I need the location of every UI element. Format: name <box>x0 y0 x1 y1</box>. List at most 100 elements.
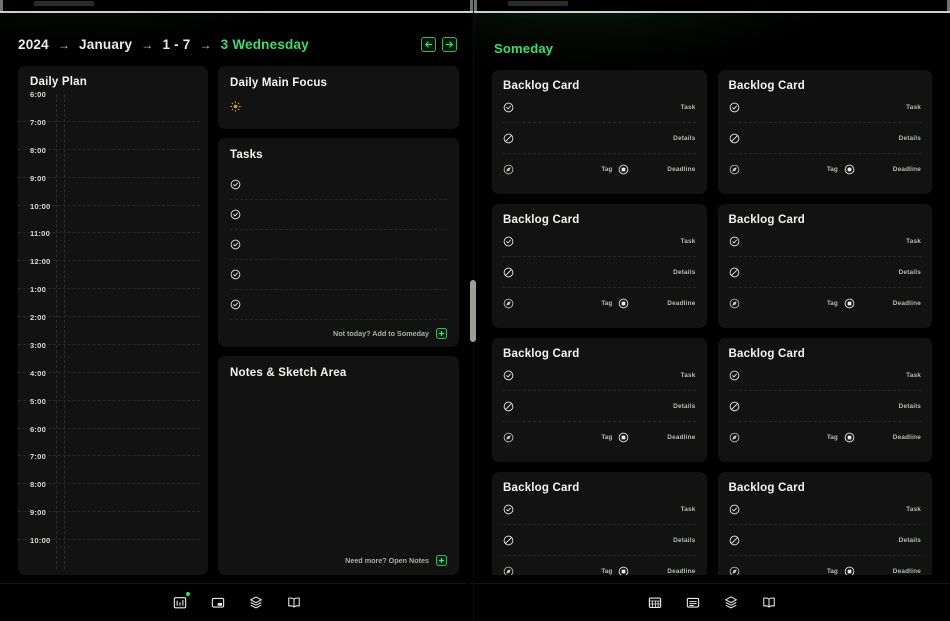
task-row[interactable] <box>230 290 447 320</box>
toolbar-calendar-grid-button[interactable] <box>646 595 664 611</box>
deadline-marker-button[interactable] <box>503 566 514 575</box>
task-check-button[interactable] <box>503 102 514 113</box>
tag-stop-button[interactable] <box>618 432 629 443</box>
backlog-task-row[interactable]: Task <box>503 494 696 525</box>
toolbar-layers-button[interactable] <box>722 595 740 611</box>
breadcrumb-week[interactable]: 1 - 7 <box>162 37 190 52</box>
task-row[interactable] <box>230 200 447 230</box>
vertical-scrollbar-thumb[interactable] <box>470 280 476 342</box>
backlog-task-row[interactable]: Task <box>729 494 922 525</box>
toolbar-book-button[interactable] <box>760 595 778 611</box>
backlog-deadline-row[interactable]: TagDeadline <box>503 422 696 453</box>
task-check-button[interactable] <box>503 504 514 515</box>
task-check-button[interactable] <box>503 370 514 381</box>
task-check-button[interactable] <box>230 299 241 310</box>
backlog-details-row[interactable]: Details <box>729 391 922 422</box>
backlog-deadline-row[interactable]: TagDeadline <box>729 288 922 319</box>
task-check-button[interactable] <box>503 236 514 247</box>
details-toggle-button[interactable] <box>503 267 514 278</box>
toolbar-book-button[interactable] <box>285 595 303 611</box>
tag-group[interactable]: Tag <box>827 298 855 309</box>
deadline-marker-button[interactable] <box>503 432 514 443</box>
deadline-marker-button[interactable] <box>503 164 514 175</box>
backlog-details-row[interactable]: Details <box>729 257 922 288</box>
backlog-card[interactable]: Backlog CardTaskDetailsTagDeadline <box>492 204 707 328</box>
backlog-card[interactable]: Backlog CardTaskDetailsTagDeadline <box>492 70 707 194</box>
task-check-button[interactable] <box>230 239 241 250</box>
task-check-button[interactable] <box>729 370 740 381</box>
deadline-marker-button[interactable] <box>729 298 740 309</box>
tag-group[interactable]: Tag <box>601 432 629 443</box>
deadline-marker-button[interactable] <box>503 298 514 309</box>
backlog-deadline-row[interactable]: TagDeadline <box>729 556 922 575</box>
backlog-card[interactable]: Backlog CardTaskDetailsTagDeadline <box>492 472 707 575</box>
backlog-details-row[interactable]: Details <box>503 525 696 556</box>
backlog-deadline-row[interactable]: TagDeadline <box>729 422 922 453</box>
tag-group[interactable]: Tag <box>601 164 629 175</box>
toolbar-layers-button[interactable] <box>247 595 265 611</box>
next-day-button[interactable] <box>442 37 457 52</box>
breadcrumb-day[interactable]: 3 Wednesday <box>221 37 309 52</box>
tag-group[interactable]: Tag <box>827 566 855 575</box>
details-toggle-button[interactable] <box>729 267 740 278</box>
tag-group[interactable]: Tag <box>827 164 855 175</box>
tag-stop-button[interactable] <box>844 164 855 175</box>
tag-stop-button[interactable] <box>618 164 629 175</box>
toolbar-calendar-button[interactable] <box>171 595 189 611</box>
backlog-details-row[interactable]: Details <box>503 391 696 422</box>
backlog-details-row[interactable]: Details <box>503 257 696 288</box>
backlog-task-row[interactable]: Task <box>729 92 922 123</box>
task-row[interactable] <box>230 230 447 260</box>
tag-stop-button[interactable] <box>618 566 629 575</box>
toolbar-card-button[interactable] <box>209 595 227 611</box>
tag-group[interactable]: Tag <box>601 298 629 309</box>
tag-group[interactable]: Tag <box>827 432 855 443</box>
backlog-deadline-row[interactable]: TagDeadline <box>503 556 696 575</box>
backlog-task-row[interactable]: Task <box>729 226 922 257</box>
backlog-card[interactable]: Backlog CardTaskDetailsTagDeadline <box>718 70 933 194</box>
backlog-card[interactable]: Backlog CardTaskDetailsTagDeadline <box>718 338 933 462</box>
backlog-details-row[interactable]: Details <box>503 123 696 154</box>
open-notes-button[interactable] <box>436 555 447 566</box>
tag-stop-button[interactable] <box>618 298 629 309</box>
backlog-task-row[interactable]: Task <box>503 360 696 391</box>
task-check-button[interactable] <box>230 269 241 280</box>
tag-group[interactable]: Tag <box>601 566 629 575</box>
notes-canvas[interactable] <box>230 379 447 555</box>
tag-stop-button[interactable] <box>844 432 855 443</box>
backlog-deadline-row[interactable]: TagDeadline <box>503 154 696 185</box>
details-toggle-button[interactable] <box>503 401 514 412</box>
toolbar-note-button[interactable] <box>684 595 702 611</box>
backlog-card[interactable]: Backlog CardTaskDetailsTagDeadline <box>718 472 933 575</box>
notes-sketch-card[interactable]: Notes & Sketch Area Need more? Open Note… <box>218 356 459 575</box>
task-check-button[interactable] <box>729 102 740 113</box>
task-check-button[interactable] <box>230 209 241 220</box>
details-toggle-button[interactable] <box>503 133 514 144</box>
task-check-button[interactable] <box>729 504 740 515</box>
add-to-someday-button[interactable] <box>436 328 447 339</box>
backlog-deadline-row[interactable]: TagDeadline <box>729 154 922 185</box>
details-toggle-button[interactable] <box>729 401 740 412</box>
task-row[interactable] <box>230 170 447 200</box>
backlog-task-row[interactable]: Task <box>503 92 696 123</box>
backlog-details-row[interactable]: Details <box>729 525 922 556</box>
backlog-card[interactable]: Backlog CardTaskDetailsTagDeadline <box>718 204 933 328</box>
tag-stop-button[interactable] <box>844 566 855 575</box>
backlog-task-row[interactable]: Task <box>729 360 922 391</box>
hour-row[interactable]: 10:00 <box>18 540 200 567</box>
backlog-deadline-row[interactable]: TagDeadline <box>503 288 696 319</box>
backlog-task-row[interactable]: Task <box>503 226 696 257</box>
details-toggle-button[interactable] <box>503 535 514 546</box>
deadline-marker-button[interactable] <box>729 566 740 575</box>
tag-stop-button[interactable] <box>844 298 855 309</box>
breadcrumb-month[interactable]: January <box>79 37 132 52</box>
deadline-marker-button[interactable] <box>729 432 740 443</box>
prev-day-button[interactable] <box>421 37 436 52</box>
breadcrumb-year[interactable]: 2024 <box>18 37 49 52</box>
backlog-card[interactable]: Backlog CardTaskDetailsTagDeadline <box>492 338 707 462</box>
backlog-details-row[interactable]: Details <box>729 123 922 154</box>
details-toggle-button[interactable] <box>729 535 740 546</box>
daily-plan-grid[interactable]: 6:007:008:009:0010:0011:0012:001:002:003… <box>18 94 208 575</box>
details-toggle-button[interactable] <box>729 133 740 144</box>
deadline-marker-button[interactable] <box>729 164 740 175</box>
